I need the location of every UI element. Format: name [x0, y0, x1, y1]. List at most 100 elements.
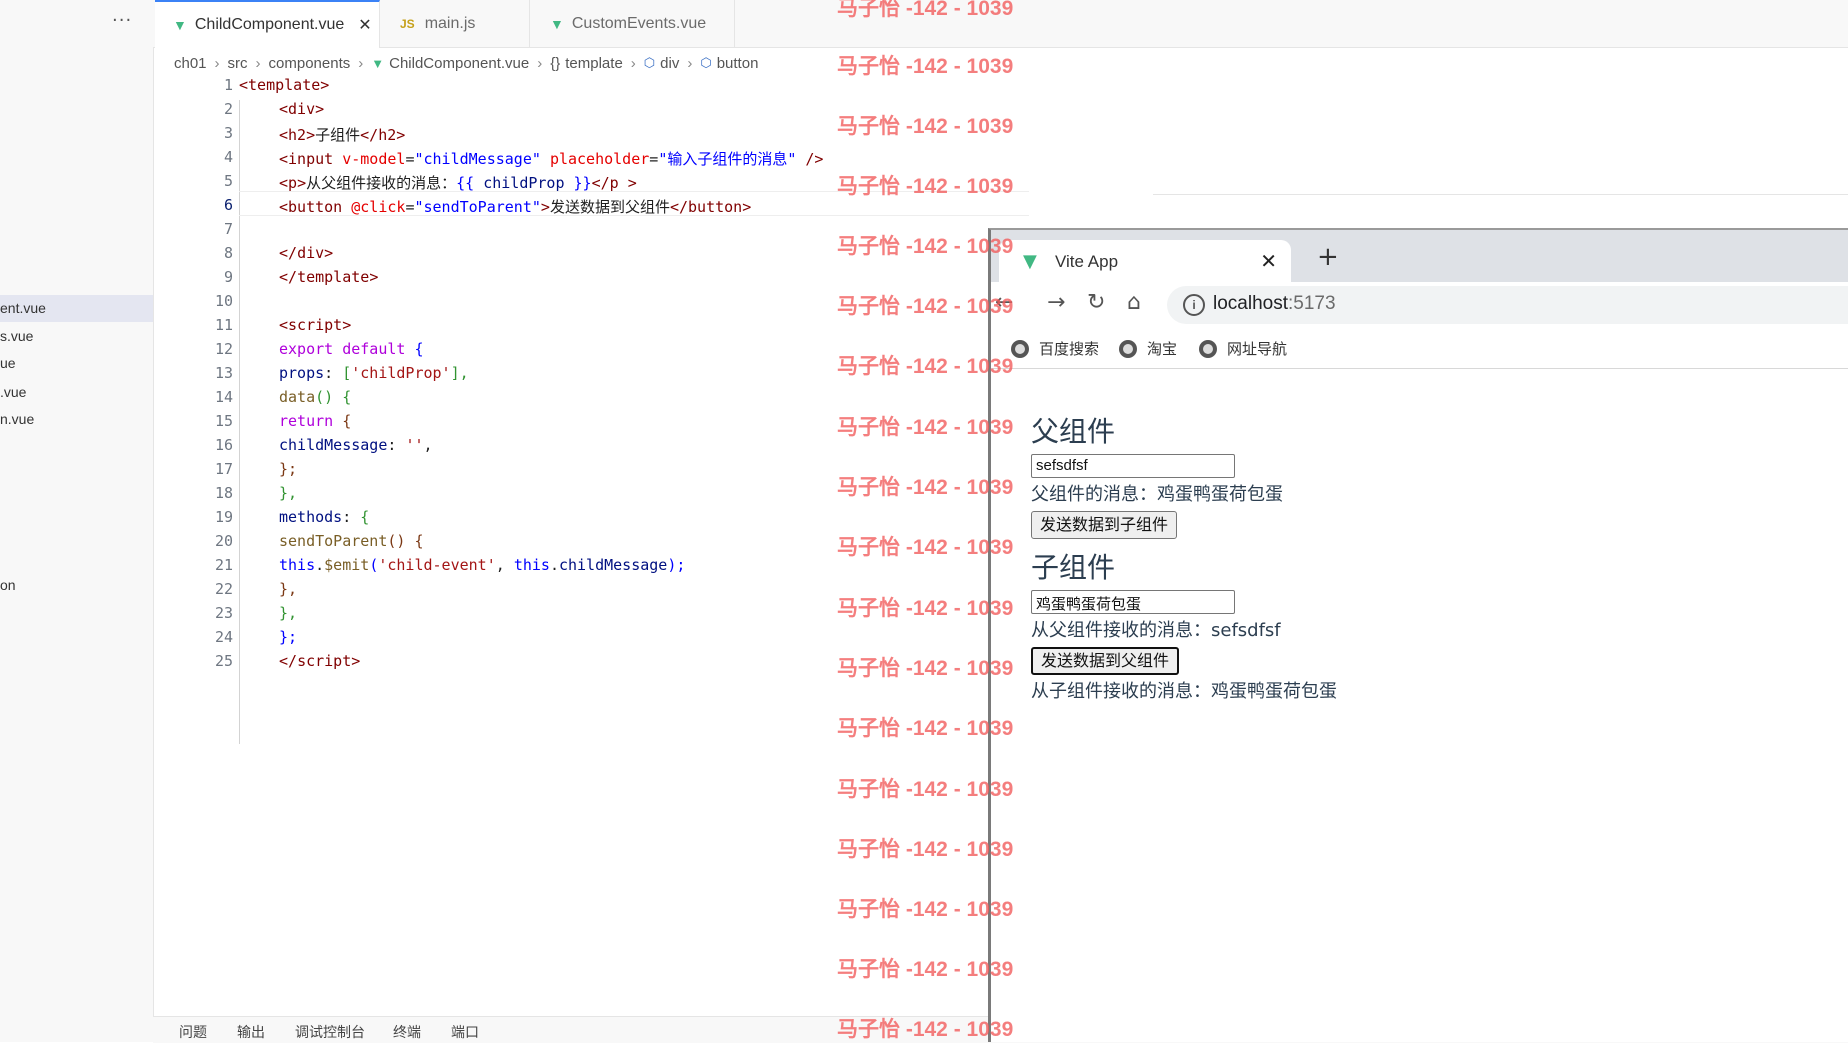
- parent-input[interactable]: sefsdfsf: [1031, 454, 1235, 478]
- cube-icon: ⬡: [643, 55, 656, 70]
- close-icon[interactable]: ✕: [1260, 249, 1277, 273]
- watermark: 马子怡 -142 - 1039: [837, 778, 1014, 801]
- explorer-file-item[interactable]: n.vue: [0, 406, 153, 433]
- file-label: ent.vue: [0, 300, 46, 316]
- file-label: ue: [0, 355, 16, 371]
- panel-tab-terminal[interactable]: 终端: [393, 1022, 421, 1042]
- explorer-file-item[interactable]: ent.vue: [0, 295, 153, 322]
- code-line: <input v-model="childMessage" placeholde…: [279, 150, 824, 168]
- browser-tab[interactable]: ▼ Vite App ✕: [999, 240, 1291, 282]
- more-actions-icon[interactable]: ···: [112, 10, 132, 31]
- line-number: 11: [214, 316, 233, 334]
- watermark: 马子怡 -142 - 1039: [837, 295, 1014, 318]
- line-number: 16: [214, 436, 233, 454]
- send-to-child-button[interactable]: 发送数据到子组件: [1031, 511, 1178, 539]
- address-bar[interactable]: i localhost:5173: [1167, 286, 1848, 324]
- tab-label: main.js: [424, 14, 476, 32]
- breadcrumb-item[interactable]: components: [269, 55, 351, 72]
- line-number: 5: [223, 172, 233, 190]
- code-line: };: [279, 460, 298, 478]
- line-number: 7: [223, 220, 233, 238]
- code-line: <h2>子组件</h2>: [279, 126, 406, 144]
- code-line: props: ['childProp'],: [279, 364, 469, 382]
- line-number: 21: [214, 556, 233, 574]
- tab-customevents-vue[interactable]: ▼ CustomEvents.vue: [530, 0, 735, 47]
- code-line: export default {: [279, 340, 424, 358]
- chevron-right-icon: ›: [358, 54, 364, 72]
- breadcrumb-item[interactable]: ⬡ div: [644, 55, 680, 72]
- file-label: .vue: [0, 384, 27, 400]
- explorer-file-item[interactable]: ue: [0, 350, 153, 377]
- code-line: methods: {: [279, 508, 370, 526]
- minimap-divider: [1153, 194, 1848, 195]
- explorer-file-item[interactable]: s.vue: [0, 323, 153, 350]
- new-tab-icon[interactable]: +: [1317, 242, 1339, 272]
- from-child-message: 从子组件接收的消息：鸡蛋鸭蛋荷包蛋: [1031, 681, 1337, 702]
- close-icon[interactable]: ✕: [358, 15, 371, 35]
- code-line: <p>从父组件接收的消息：{{ childProp }}</p >: [279, 174, 637, 192]
- file-label: s.vue: [0, 328, 34, 344]
- bookmarks-bar: 百度搜索 淘宝 网址导航: [991, 328, 1848, 369]
- info-icon[interactable]: i: [1183, 294, 1205, 316]
- code-line: </div>: [279, 244, 334, 262]
- line-number: 1: [223, 76, 233, 94]
- code-line: <div>: [279, 100, 325, 118]
- chevron-right-icon: ›: [630, 54, 636, 72]
- breadcrumb-item[interactable]: {} template: [550, 55, 623, 72]
- forward-icon[interactable]: →: [1047, 290, 1065, 315]
- browser-toolbar: ← → ↻ ⌂ i localhost:5173: [991, 282, 1848, 328]
- file-label: on: [0, 577, 16, 593]
- watermark: 马子怡 -142 - 1039: [837, 235, 1014, 258]
- watermark: 马子怡 -142 - 1039: [837, 536, 1014, 559]
- panel-tab-ports[interactable]: 端口: [451, 1022, 479, 1042]
- globe-icon: [1119, 339, 1137, 358]
- browser-tab-strip: ▼ Vite App ✕ +: [991, 230, 1848, 282]
- bookmark-item[interactable]: 网址导航: [1199, 338, 1287, 359]
- explorer-file-item[interactable]: .vue: [0, 379, 153, 406]
- watermark: 马子怡 -142 - 1039: [837, 0, 1014, 20]
- tab-label: ChildComponent.vue: [194, 16, 345, 33]
- chevron-right-icon: ›: [687, 54, 693, 72]
- tab-childcomponent-vue[interactable]: ▼ ChildComponent.vue ✕: [155, 0, 380, 48]
- breadcrumb-item[interactable]: ▼ ChildComponent.vue: [371, 55, 529, 72]
- send-to-parent-button[interactable]: 发送数据到父组件: [1031, 647, 1180, 675]
- parent-message: 父组件的消息：鸡蛋鸭蛋荷包蛋: [1031, 484, 1283, 505]
- child-received-message: 从父组件接收的消息：sefsdfsf: [1031, 620, 1281, 641]
- watermark: 马子怡 -142 - 1039: [837, 476, 1014, 499]
- watermark: 马子怡 -142 - 1039: [837, 115, 1014, 138]
- vite-icon: ▼: [1023, 251, 1037, 272]
- tab-main-js[interactable]: JS main.js: [380, 0, 530, 47]
- breadcrumb-item[interactable]: ch01: [174, 55, 207, 72]
- child-input[interactable]: 鸡蛋鸭蛋荷包蛋: [1031, 590, 1235, 614]
- bookmark-item[interactable]: 百度搜索: [1011, 338, 1099, 359]
- breadcrumb-item[interactable]: ⬡ button: [700, 55, 758, 72]
- watermark: 马子怡 -142 - 1039: [837, 55, 1014, 78]
- watermark: 马子怡 -142 - 1039: [837, 597, 1014, 620]
- reload-icon[interactable]: ↻: [1087, 290, 1105, 315]
- line-number: 13: [214, 364, 233, 382]
- code-line: },: [279, 580, 298, 598]
- breadcrumb: ch01 › src › components › ▼ ChildComponen…: [174, 52, 758, 74]
- home-icon[interactable]: ⌂: [1127, 290, 1141, 315]
- code-line: data() {: [279, 388, 352, 406]
- line-number: 18: [214, 484, 233, 502]
- watermark: 马子怡 -142 - 1039: [837, 717, 1014, 740]
- code-line: sendToParent() {: [279, 532, 424, 550]
- js-icon: JS: [400, 16, 415, 31]
- panel-tab-output[interactable]: 输出: [237, 1022, 265, 1042]
- line-number: 2: [223, 100, 233, 118]
- cube-icon: ⬡: [700, 55, 712, 70]
- line-number: 14: [214, 388, 233, 406]
- line-number: 9: [223, 268, 233, 286]
- line-number: 12: [214, 340, 233, 358]
- breadcrumb-item[interactable]: src: [228, 55, 248, 72]
- panel-tab-debug-console[interactable]: 调试控制台: [295, 1022, 365, 1042]
- tab-label: CustomEvents.vue: [571, 14, 707, 32]
- parent-title: 父组件: [1031, 415, 1116, 448]
- url-text: localhost:5173: [1213, 293, 1336, 314]
- child-title: 子组件: [1031, 551, 1116, 584]
- explorer-file-item[interactable]: on: [0, 572, 153, 599]
- watermark: 马子怡 -142 - 1039: [837, 1018, 1014, 1041]
- panel-tab-problems[interactable]: 问题: [179, 1022, 207, 1042]
- bookmark-item[interactable]: 淘宝: [1119, 338, 1177, 359]
